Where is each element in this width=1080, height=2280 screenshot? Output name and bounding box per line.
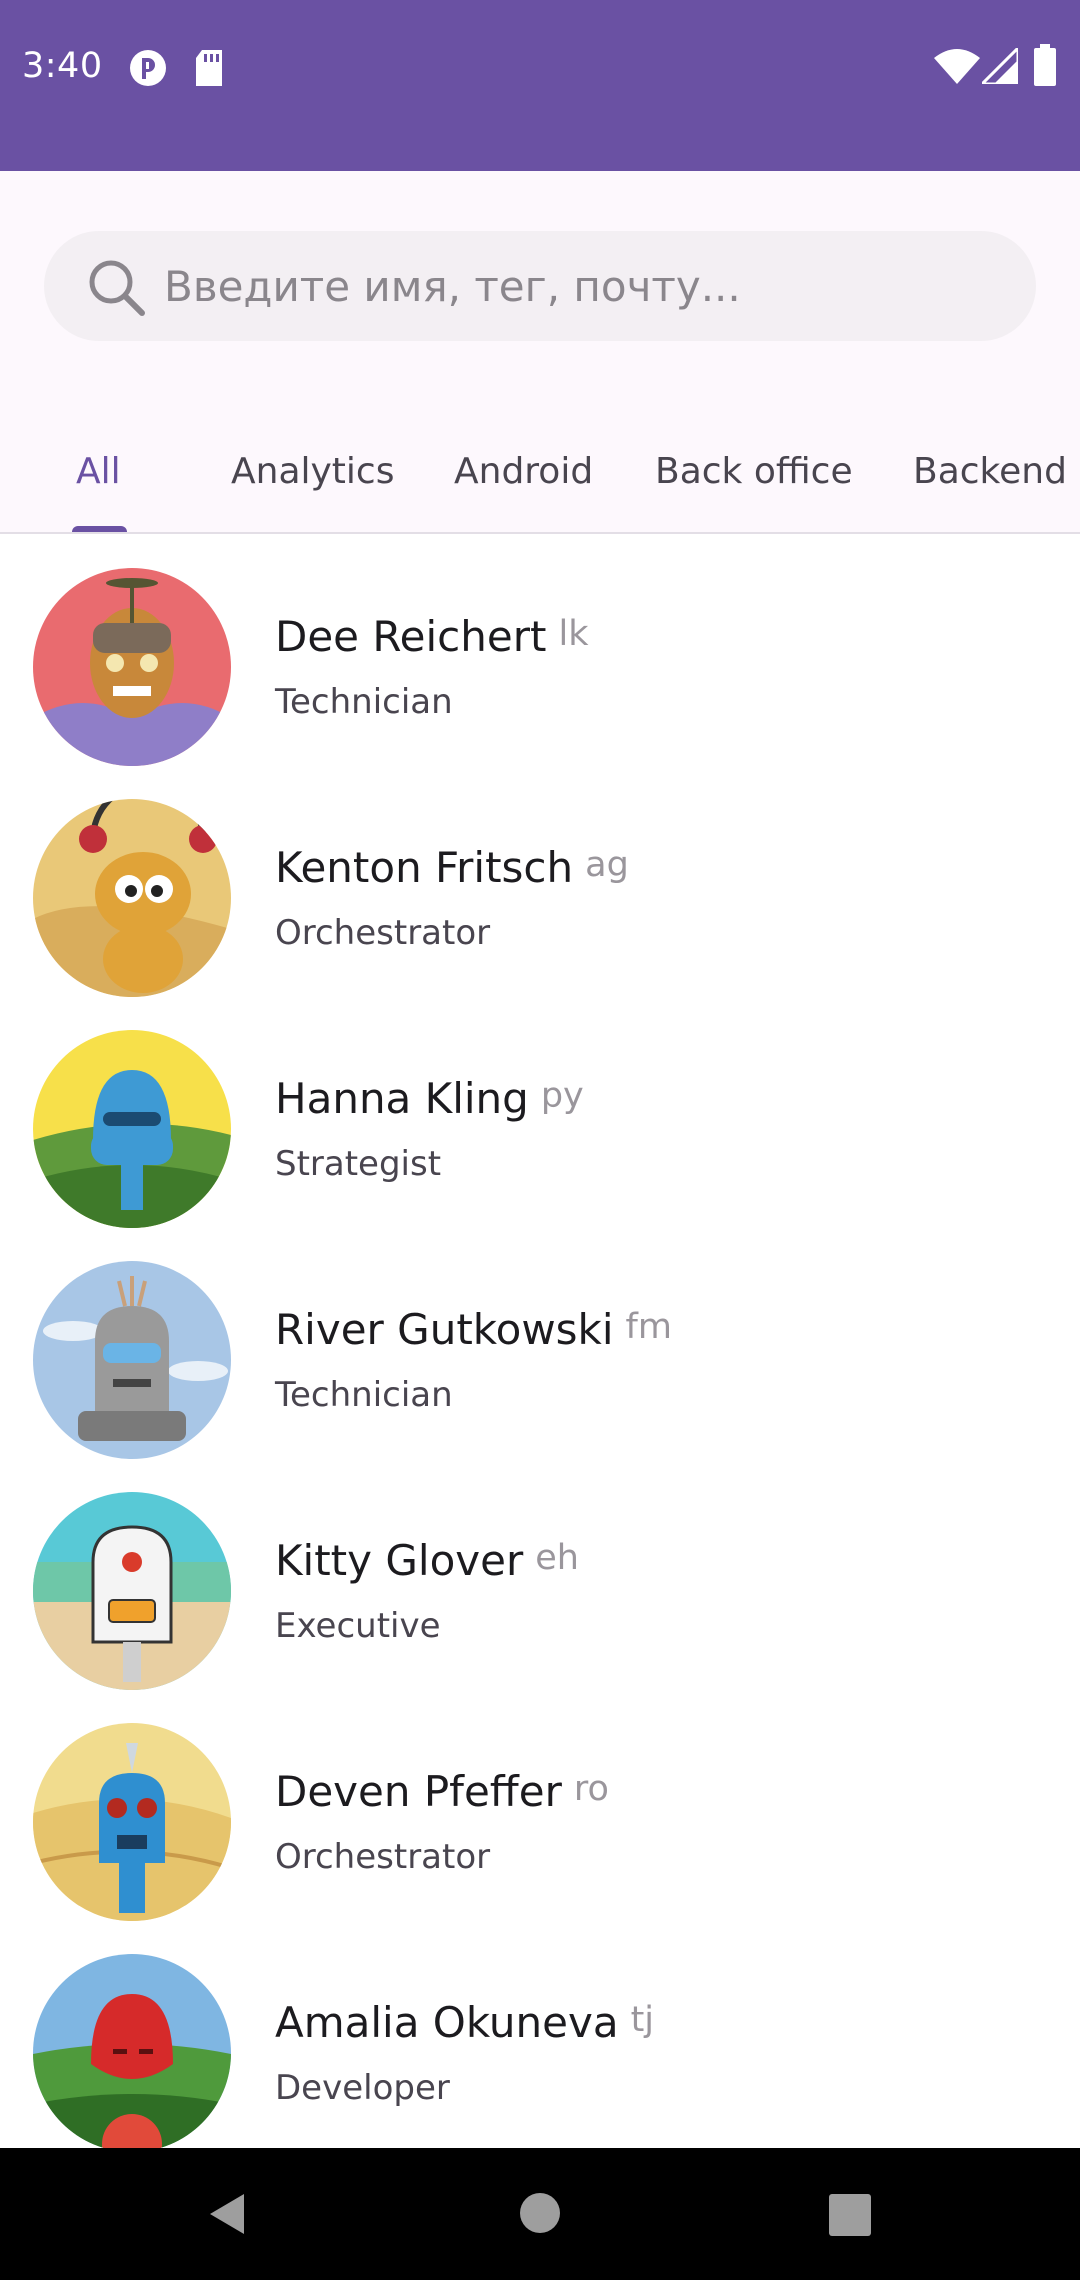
contact-row[interactable]: Kitty Glover eh Executive bbox=[0, 1460, 1080, 1691]
contact-role: Orchestrator bbox=[275, 1837, 491, 1877]
avatar bbox=[33, 1030, 231, 1228]
contact-name: Deven Pfeffer bbox=[275, 1767, 562, 1816]
contact-tag: tj bbox=[630, 2000, 655, 2040]
sd-card-icon bbox=[194, 50, 224, 90]
search-box[interactable] bbox=[44, 231, 1036, 341]
search-input[interactable] bbox=[164, 231, 1004, 341]
wifi-icon bbox=[934, 48, 980, 88]
contact-row[interactable]: Hanna Kling py Strategist bbox=[0, 998, 1080, 1229]
tab-back-office[interactable]: Back office bbox=[655, 446, 853, 532]
contact-tag: lk bbox=[558, 614, 589, 654]
contact-name: Hanna Kling bbox=[275, 1074, 529, 1123]
back-icon[interactable] bbox=[204, 2190, 248, 2242]
search-area bbox=[0, 171, 1080, 446]
avatar bbox=[33, 799, 231, 997]
contact-role: Developer bbox=[275, 2068, 450, 2108]
contact-name: Kitty Glover bbox=[275, 1536, 524, 1585]
contact-name-line: Deven Pfeffer ro bbox=[275, 1767, 609, 1816]
contact-role: Executive bbox=[275, 1606, 441, 1646]
contact-name: River Gutkowski bbox=[275, 1305, 614, 1354]
contact-role: Technician bbox=[275, 1375, 453, 1415]
category-tabs: All Analytics Android Back office Backen… bbox=[0, 446, 1080, 534]
tab-label: Android bbox=[454, 451, 594, 492]
contact-row[interactable]: Deven Pfeffer ro Orchestrator bbox=[0, 1691, 1080, 1922]
tab-backend[interactable]: Backend bbox=[913, 446, 1067, 532]
contact-name-line: River Gutkowski fm bbox=[275, 1305, 672, 1354]
tab-android[interactable]: Android bbox=[454, 446, 594, 532]
tab-label: Backend bbox=[913, 451, 1067, 492]
contact-row[interactable]: Kenton Fritsch ag Orchestrator bbox=[0, 767, 1080, 998]
home-icon[interactable] bbox=[519, 2192, 561, 2238]
notification-app-icon bbox=[128, 48, 168, 92]
search-icon bbox=[86, 257, 146, 317]
contact-name-line: Kenton Fritsch ag bbox=[275, 843, 629, 892]
contact-name-line: Dee Reichert lk bbox=[275, 612, 588, 661]
contact-row[interactable]: Amalia Okuneva tj Developer bbox=[0, 1922, 1080, 2148]
contact-row[interactable]: Dee Reichert lk Technician bbox=[0, 536, 1080, 767]
contact-name: Amalia Okuneva bbox=[275, 1998, 619, 2047]
tab-label: Back office bbox=[655, 451, 853, 492]
contact-role: Orchestrator bbox=[275, 913, 491, 953]
contact-row[interactable]: River Gutkowski fm Technician bbox=[0, 1229, 1080, 1460]
contact-role: Technician bbox=[275, 682, 453, 722]
contact-name-line: Hanna Kling py bbox=[275, 1074, 584, 1123]
tab-label: Analytics bbox=[231, 451, 395, 492]
avatar bbox=[33, 1492, 231, 1690]
contact-role: Strategist bbox=[275, 1144, 442, 1184]
contact-list[interactable]: Dee Reichert lk Technician Kenton Fritsch… bbox=[0, 536, 1080, 2148]
tab-label: All bbox=[76, 451, 121, 492]
contact-tag: ro bbox=[573, 1769, 609, 1809]
contact-name: Dee Reichert bbox=[275, 612, 547, 661]
status-bar: 3:40 bbox=[0, 0, 1080, 171]
avatar bbox=[33, 1723, 231, 1921]
battery-icon bbox=[1034, 44, 1056, 90]
contact-tag: fm bbox=[625, 1307, 672, 1347]
avatar bbox=[33, 1261, 231, 1459]
contact-tag: eh bbox=[535, 1538, 579, 1578]
avatar bbox=[33, 568, 231, 766]
tab-all[interactable]: All bbox=[76, 446, 121, 532]
status-time: 3:40 bbox=[22, 46, 103, 86]
avatar bbox=[33, 1954, 231, 2148]
signal-icon bbox=[978, 44, 1020, 88]
system-nav-bar bbox=[0, 2148, 1080, 2280]
contact-name-line: Amalia Okuneva tj bbox=[275, 1998, 654, 2047]
contact-name-line: Kitty Glover eh bbox=[275, 1536, 579, 1585]
contact-tag: ag bbox=[585, 845, 629, 885]
contact-tag: py bbox=[540, 1076, 584, 1116]
recents-icon[interactable] bbox=[829, 2194, 871, 2240]
tab-analytics[interactable]: Analytics bbox=[231, 446, 395, 532]
active-tab-indicator bbox=[72, 526, 127, 532]
contact-name: Kenton Fritsch bbox=[275, 843, 574, 892]
